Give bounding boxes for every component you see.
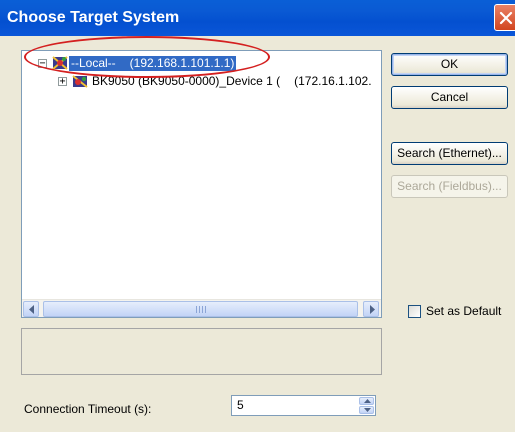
scroll-right-icon bbox=[370, 305, 375, 314]
choose-target-dialog: Choose Target System − --Local-- (192.168… bbox=[0, 0, 515, 432]
checkbox-box[interactable] bbox=[408, 305, 421, 318]
connection-timeout-label: Connection Timeout (s): bbox=[24, 402, 152, 416]
status-panel bbox=[21, 328, 382, 375]
scroll-grip bbox=[196, 306, 206, 313]
network-icon bbox=[52, 56, 68, 70]
spin-down-button[interactable] bbox=[359, 406, 374, 414]
expand-toggle[interactable]: + bbox=[58, 76, 67, 87]
search-ethernet-button[interactable]: Search (Ethernet)... bbox=[391, 142, 508, 165]
device-icon bbox=[72, 75, 88, 88]
close-icon bbox=[499, 11, 513, 25]
scroll-left-icon bbox=[29, 305, 34, 314]
scroll-right-button[interactable] bbox=[363, 301, 379, 317]
spin-up-button[interactable] bbox=[359, 397, 374, 405]
tree-node-label[interactable]: BK9050 (BK9050-0000)_Device 1 ((172.16.1… bbox=[92, 74, 372, 89]
scroll-thumb[interactable] bbox=[43, 301, 358, 317]
close-button[interactable] bbox=[494, 4, 515, 31]
collapse-toggle[interactable]: − bbox=[38, 58, 47, 69]
cancel-button[interactable]: Cancel bbox=[391, 86, 508, 109]
set-as-default-label[interactable]: Set as Default bbox=[426, 304, 501, 318]
target-tree[interactable]: − --Local-- (192.168.1.101.1.1) + BK9050… bbox=[21, 50, 382, 318]
scroll-left-button[interactable] bbox=[23, 301, 39, 317]
spin-up-icon bbox=[364, 399, 371, 403]
title-bar[interactable]: Choose Target System bbox=[0, 0, 515, 36]
ok-button[interactable]: OK bbox=[391, 53, 508, 76]
spin-down-icon bbox=[364, 408, 371, 412]
spin-buttons bbox=[359, 397, 374, 414]
tree-node-label[interactable]: --Local-- (192.168.1.101.1.1) bbox=[69, 56, 237, 71]
horizontal-scrollbar[interactable] bbox=[22, 299, 381, 317]
timeout-value[interactable]: 5 bbox=[237, 398, 244, 412]
search-fieldbus-button: Search (Fieldbus)... bbox=[391, 175, 508, 198]
dialog-title: Choose Target System bbox=[7, 9, 180, 26]
connection-timeout-spinner[interactable]: 5 bbox=[231, 395, 376, 416]
